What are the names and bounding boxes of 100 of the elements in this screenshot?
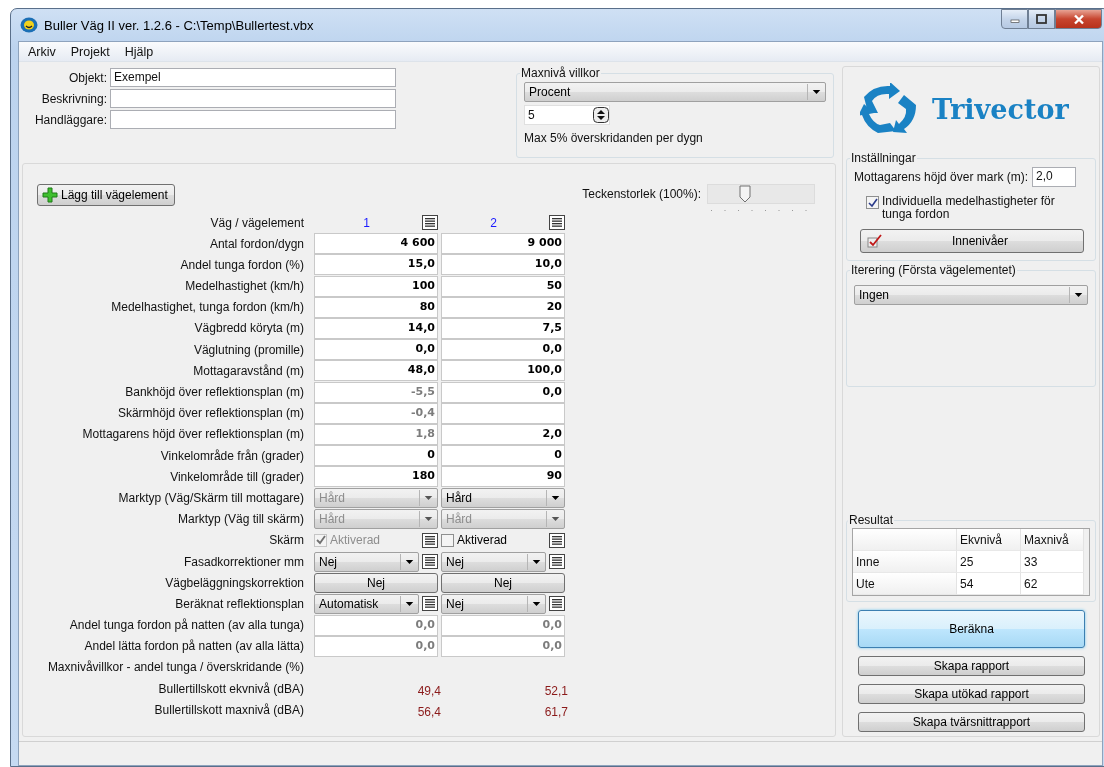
result-value: 56,4 [416,703,441,719]
number-field[interactable]: 50 [441,275,565,297]
condition-note: Max 5% överskridanden per dygn [524,131,704,145]
menu-item[interactable]: Hjälp [117,44,162,59]
list-icon[interactable] [549,554,565,569]
number-field[interactable]: 90 [441,466,565,488]
number-field[interactable]: 2,0 [441,423,565,445]
number-field[interactable]: 0,0 [314,339,438,361]
number-field[interactable]: 0 [314,445,438,467]
logo-text: Trivector [932,93,1069,125]
row-label: Bankhöjd över reflektionsplan (m) [124,385,305,399]
number-field[interactable]: 0,0 [441,381,565,403]
text-field[interactable] [110,89,396,108]
dropdown[interactable]: Automatisk [314,593,419,614]
row-label: Mottagarens höjd över reflektionsplan (m) [81,427,305,442]
height-field[interactable]: 2,0 [1032,167,1077,187]
row-label: Medelhastighet (km/h) [184,279,305,294]
list-icon[interactable] [422,532,438,548]
number-field[interactable]: 14,0 [314,317,438,339]
column-number: 2 [489,215,498,230]
row-label: Mottagaravstånd (m) [192,363,305,378]
app-icon [20,17,38,33]
row-label: Bullertillskott maxnivå (dBA) [153,702,305,717]
table-cell: 25 [957,551,1021,573]
menu-item[interactable]: Arkiv [21,44,64,59]
iteration-dropdown[interactable]: Ingen [854,285,1088,305]
field-label: Mottagarens höjd över mark (m): [854,170,1029,184]
row-label: Skärmhöjd över reflektionsplan (m) [116,406,305,421]
number-field[interactable]: 10,0 [441,254,565,276]
number-field[interactable]: 100 [314,275,438,297]
row-label: Vinkelområde till (grader) [169,469,305,484]
slider-thumb[interactable] [739,185,752,203]
row-label: Bullertillskott ekvnivå (dBA) [157,681,305,696]
number-field[interactable]: 48,0 [314,360,438,382]
row-label: Väg / vägelement [209,215,305,230]
number-field[interactable]: 9 000 [441,233,565,255]
number-field[interactable]: 80 [314,296,438,318]
row-label: Marktyp (Väg till skärm) [176,512,305,527]
row-label: Marktyp (Väg/Skärm till mottagare) [117,490,305,505]
correction-button[interactable]: Nej [314,572,438,593]
field-label: Handläggare: [33,112,107,127]
row-label: Beräknat reflektionsplan [174,596,305,611]
number-spinner[interactable]: 5 [524,105,610,125]
checkmark-icon [867,234,883,248]
calculate-button[interactable]: Beräkna [858,610,1085,648]
number-field[interactable]: 0,0 [441,339,565,361]
report-button[interactable]: Skapa rapport [858,656,1085,676]
checkbox[interactable] [866,196,879,209]
number-field[interactable]: 100,0 [441,360,565,382]
add-element-button[interactable]: Lägg till vägelement [37,184,175,206]
checkbox-label: Aktiverad [330,533,381,548]
row-label: Andel tunga fordon (%) [179,257,305,272]
number-field[interactable] [441,402,565,424]
plus-icon [42,187,58,203]
dropdown[interactable]: Nej [441,551,546,572]
text-field[interactable]: Exempel [110,68,396,87]
column-number: 1 [362,215,371,230]
close-icon [1072,13,1085,25]
row-label: Fasadkorrektioner mm [182,554,305,569]
list-icon[interactable] [549,532,565,548]
row-label: Andel lätta fordon på natten (av alla lätta) [83,639,305,654]
number-field[interactable]: 4 600 [314,233,438,255]
number-field[interactable]: 20 [441,296,565,318]
list-icon[interactable] [549,596,565,612]
list-icon[interactable] [549,215,565,230]
correction-button[interactable]: Nej [441,572,565,593]
maximize-button[interactable] [1028,9,1055,29]
menu-item[interactable]: Projekt [63,44,118,59]
list-icon[interactable] [422,554,438,569]
row-header: Inne [853,551,957,573]
list-icon[interactable] [422,596,438,612]
report-button[interactable]: Skapa utökad rapport [858,684,1085,704]
row-label: Maxnivåvillkor - andel tunga / överskridande (%) [46,660,305,675]
spin-arrows-icon[interactable] [593,107,609,123]
dropdown[interactable]: Nej [314,551,419,572]
group-title: Resultat [848,513,895,527]
window-title: Buller Väg II ver. 1.2.6 - C:\Temp\Bullertest.vbx [44,17,315,33]
row-label: Vinkelområde från (grader) [159,448,305,463]
text-field[interactable] [110,110,396,129]
number-field[interactable]: 15,0 [314,254,438,276]
checkbox[interactable] [441,533,454,547]
list-icon[interactable] [422,215,438,230]
dropdown[interactable]: Nej [441,593,546,614]
field-label: Beskrivning: [40,91,107,106]
dropdown[interactable]: Hård [441,487,565,508]
row-label: Andel tunga fordon på natten (av alla tunga) [68,618,305,633]
row-label: Antal fordon/dygn [208,236,305,251]
mode-dropdown[interactable]: Procent [524,82,826,102]
number-field[interactable]: 180 [314,466,438,488]
indoor-levels-button[interactable]: Innenivåer [860,229,1084,253]
number-field[interactable]: 7,5 [441,317,565,339]
row-header: Ute [853,573,957,595]
report-button[interactable]: Skapa tvärsnittrapport [858,712,1085,732]
column-header: Maxnivå [1021,529,1084,551]
row-label: Väglutning (promille) [192,342,305,357]
number-field[interactable]: 0 [441,445,565,467]
column-header: Ekvnivå [957,529,1021,551]
font-size-slider[interactable] [707,184,815,204]
close-button[interactable] [1055,9,1102,29]
maximize-icon [1036,14,1047,24]
